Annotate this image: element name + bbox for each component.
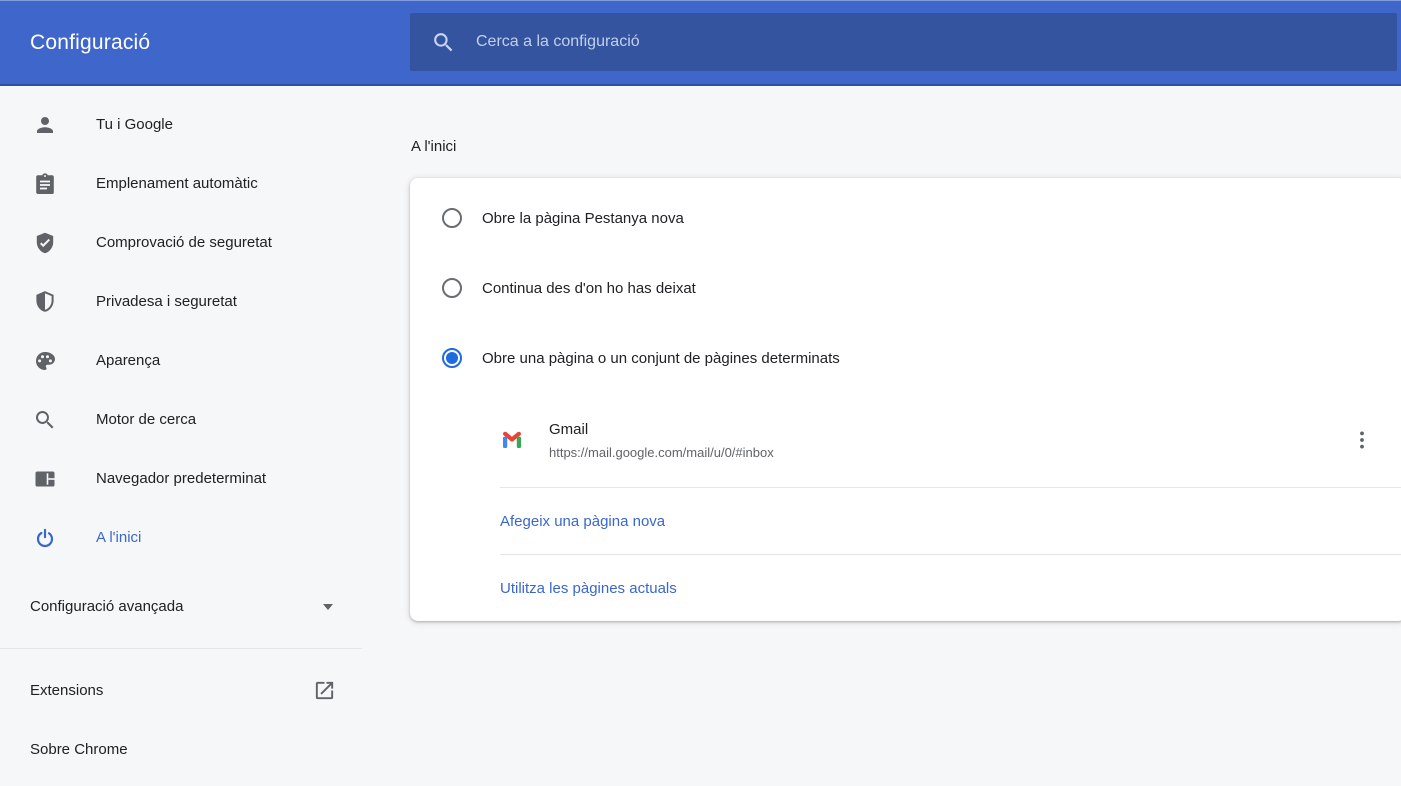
radio-option-specific-pages[interactable]: Obre una pàgina o un conjunt de pàgines … — [410, 323, 1401, 393]
settings-search-box[interactable] — [410, 13, 1397, 71]
safety-check-icon — [33, 231, 57, 255]
palette-icon — [33, 349, 57, 373]
search-engine-icon — [33, 408, 57, 432]
add-new-page-link[interactable]: Afegeix una pàgina nova — [500, 513, 665, 530]
chevron-down-icon — [323, 604, 333, 610]
page-title: Configuració — [30, 31, 150, 55]
extensions-label: Extensions — [30, 682, 103, 699]
sidebar-item-you-and-google[interactable]: Tu i Google — [0, 95, 400, 154]
kebab-menu-icon — [1350, 428, 1374, 452]
more-actions-button[interactable] — [1344, 422, 1380, 458]
sidebar-item-label: Comprovació de seguretat — [96, 234, 272, 251]
sidebar-item-appearance[interactable]: Aparença — [0, 331, 400, 390]
sidebar-item-about-chrome[interactable]: Sobre Chrome — [0, 720, 400, 779]
browser-icon — [33, 467, 57, 491]
about-chrome-label: Sobre Chrome — [30, 741, 128, 758]
startup-page-title: Gmail — [549, 421, 774, 438]
radio-button[interactable] — [442, 208, 462, 228]
radio-option-continue[interactable]: Continua des d'on ho has deixat — [410, 253, 1401, 323]
startup-page-url: https://mail.google.com/mail/u/0/#inbox — [549, 445, 774, 460]
sidebar-item-label: Aparença — [96, 352, 160, 369]
settings-main: A l'inici Obre la pàgina Pestanya nova C… — [410, 86, 1401, 621]
on-startup-card: Obre la pàgina Pestanya nova Continua de… — [410, 178, 1401, 621]
advanced-settings-label: Configuració avançada — [30, 598, 183, 615]
radio-button[interactable] — [442, 348, 462, 368]
sidebar-item-extensions[interactable]: Extensions — [0, 661, 362, 720]
radio-label: Continua des d'on ho has deixat — [482, 280, 696, 297]
sidebar-item-on-startup[interactable]: A l'inici — [0, 508, 400, 567]
startup-page-row: Gmail https://mail.google.com/mail/u/0/#… — [410, 393, 1401, 487]
gmail-icon — [500, 428, 524, 452]
sidebar-item-search-engine[interactable]: Motor de cerca — [0, 390, 400, 449]
sidebar-item-label: Tu i Google — [96, 116, 173, 133]
use-current-row: Utilitza les pàgines actuals — [500, 554, 1401, 621]
open-in-new-icon — [313, 679, 336, 702]
sidebar-item-label: Navegador predeterminat — [96, 470, 266, 487]
radio-label: Obre la pàgina Pestanya nova — [482, 210, 684, 227]
sidebar-item-label: Motor de cerca — [96, 411, 196, 428]
sidebar-item-label: A l'inici — [96, 529, 141, 546]
autofill-icon — [33, 172, 57, 196]
add-page-row: Afegeix una pàgina nova — [500, 487, 1401, 554]
section-title: A l'inici — [410, 86, 1401, 157]
power-icon — [33, 526, 57, 550]
startup-page-info: Gmail https://mail.google.com/mail/u/0/#… — [549, 421, 774, 460]
person-icon — [33, 113, 57, 137]
search-icon — [431, 30, 456, 55]
sidebar-item-autofill[interactable]: Emplenament automàtic — [0, 154, 400, 213]
radio-option-new-tab[interactable]: Obre la pàgina Pestanya nova — [410, 183, 1401, 253]
settings-sidebar: Tu i Google Emplenament automàtic Compro… — [0, 86, 400, 779]
privacy-shield-icon — [33, 290, 57, 314]
sidebar-item-safety-check[interactable]: Comprovació de seguretat — [0, 213, 400, 272]
sidebar-item-default-browser[interactable]: Navegador predeterminat — [0, 449, 400, 508]
sidebar-item-label: Emplenament automàtic — [96, 175, 258, 192]
radio-button[interactable] — [442, 278, 462, 298]
sidebar-item-label: Privadesa i seguretat — [96, 293, 237, 310]
sidebar-item-privacy[interactable]: Privadesa i seguretat — [0, 272, 400, 331]
use-current-pages-link[interactable]: Utilitza les pàgines actuals — [500, 580, 677, 597]
settings-header: Configuració — [0, 0, 1401, 86]
advanced-settings-toggle[interactable]: Configuració avançada — [0, 577, 362, 636]
sidebar-divider — [0, 648, 362, 649]
search-input[interactable] — [474, 32, 1397, 52]
radio-label: Obre una pàgina o un conjunt de pàgines … — [482, 350, 840, 367]
